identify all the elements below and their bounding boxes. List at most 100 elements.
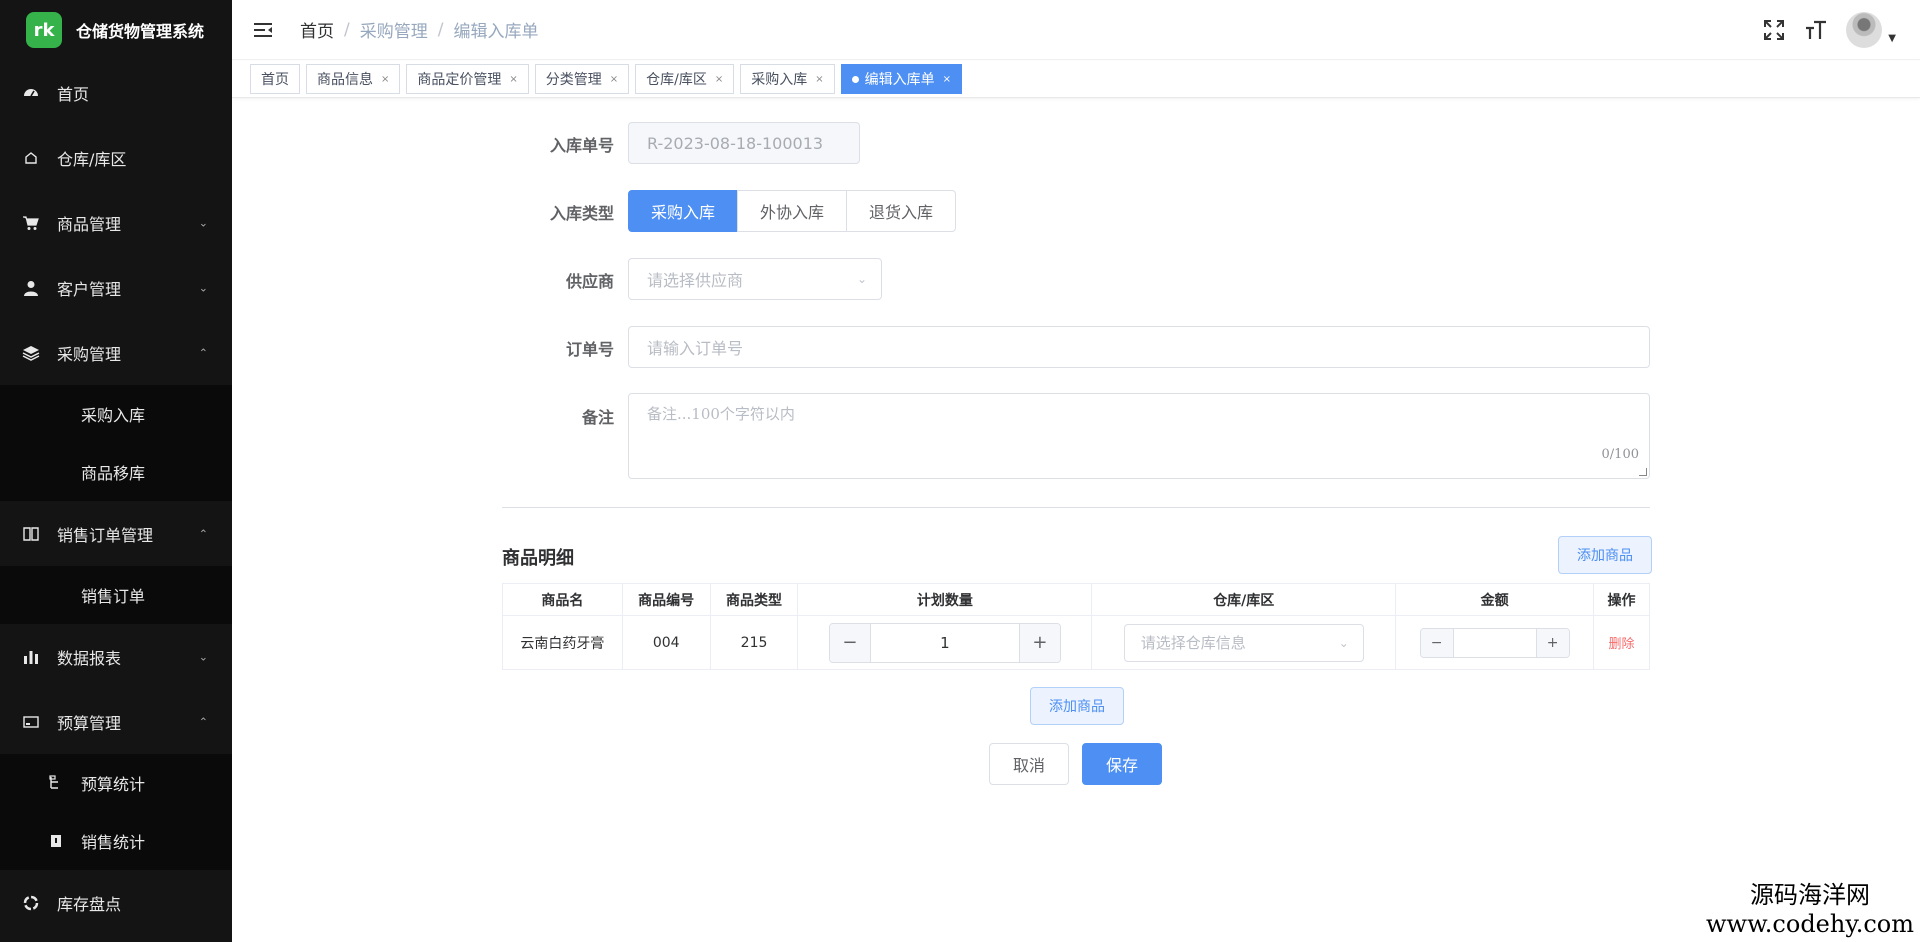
app-title: 仓储货物管理系统 — [76, 22, 205, 41]
watermark-line2: www.codehy.com — [1706, 910, 1914, 938]
close-icon[interactable]: × — [943, 74, 951, 85]
sidebar-item-sales-order[interactable]: 销售订单 — [0, 566, 232, 624]
sidebar-item-customers[interactable]: 客户管理 ⌄ — [0, 255, 232, 320]
tag-category[interactable]: 分类管理 × — [534, 64, 630, 94]
column-header: 计划数量 — [797, 583, 1093, 616]
decrease-button[interactable]: − — [829, 623, 870, 662]
sidebar-item-sales-stats[interactable]: 销售统计 — [0, 812, 232, 870]
increase-button[interactable]: + — [1536, 628, 1569, 657]
section-divider — [502, 507, 1650, 508]
sidebar-item-label: 客户管理 — [57, 279, 122, 299]
collapse-menu-icon[interactable] — [252, 20, 274, 40]
top-header: 首页 / 采购管理 / 编辑入库单 ▼ — [232, 0, 1920, 60]
resize-handle-icon[interactable] — [1639, 468, 1647, 476]
sidebar-item-goods[interactable]: 商品管理 ⌄ — [0, 190, 232, 255]
sidebar-item-label: 库存盘点 — [57, 894, 122, 914]
doc-icon — [47, 832, 65, 850]
close-icon[interactable]: × — [381, 74, 389, 85]
order-label: 订单号 — [565, 340, 614, 359]
supplier-label: 供应商 — [565, 272, 614, 291]
column-header: 金额 — [1395, 583, 1595, 616]
sidebar-item-label: 仓库/库区 — [57, 149, 127, 169]
warehouse-select[interactable]: 请选择仓库信息 ⌄ — [1123, 623, 1364, 662]
app-logo[interactable]: rk 仓储货物管理系统 — [0, 0, 232, 60]
action-cell: 删除 — [1593, 615, 1650, 670]
quantity-input[interactable]: 1 — [869, 623, 1020, 662]
budget-submenu: 预算统计 销售统计 — [0, 754, 232, 870]
caret-down-icon[interactable]: ▼ — [1888, 33, 1896, 44]
tag-warehouse[interactable]: 仓库/库区 × — [635, 64, 735, 94]
add-goods-bottom-button[interactable]: 添加商品 — [1030, 687, 1124, 725]
sidebar-item-label: 销售统计 — [81, 833, 146, 852]
order-no-field: R-2023-08-18-100013 — [628, 122, 860, 164]
column-header: 仓库/库区 — [1091, 583, 1397, 616]
type-option-return[interactable]: 退货入库 — [846, 190, 957, 232]
sidebar-item-purchase[interactable]: 采购管理 ⌃ — [0, 320, 232, 385]
bar-chart-icon — [22, 648, 40, 666]
order-input[interactable]: 请输入订单号 — [628, 326, 1650, 368]
watermark-line1: 源码海洋网 — [1750, 881, 1870, 909]
amount-cell: − + — [1395, 615, 1595, 670]
fullscreen-icon[interactable] — [1760, 16, 1788, 44]
breadcrumb-separator: / — [437, 19, 444, 40]
amount-input[interactable] — [1452, 628, 1537, 657]
sidebar-item-goods-transfer[interactable]: 商品移库 — [0, 443, 232, 501]
delete-link[interactable]: 删除 — [1609, 637, 1635, 652]
sidebar-item-reports[interactable]: 数据报表 ⌄ — [0, 624, 232, 689]
close-icon[interactable]: × — [815, 74, 823, 85]
chevron-down-icon: ⌄ — [1338, 635, 1349, 650]
tag-label: 首页 — [261, 72, 289, 88]
close-icon[interactable]: × — [715, 74, 723, 85]
sidebar-item-budget-stats[interactable]: 预算统计 — [0, 754, 232, 812]
font-size-icon[interactable] — [1802, 16, 1830, 44]
add-goods-button[interactable]: 添加商品 — [1558, 536, 1652, 574]
column-header: 商品类型 — [709, 583, 799, 616]
sidebar-item-home[interactable]: 首页 — [0, 60, 232, 125]
decrease-button[interactable]: − — [1420, 628, 1453, 657]
chevron-down-icon: ⌄ — [856, 272, 867, 286]
remark-textarea[interactable]: 备注...100个字符以内 0/100 — [628, 393, 1650, 479]
tag-label: 分类管理 — [545, 72, 602, 88]
close-icon[interactable]: × — [509, 74, 517, 85]
sidebar-item-label: 预算统计 — [81, 775, 146, 794]
type-option-outsourcing[interactable]: 外协入库 — [737, 190, 848, 232]
amount-stepper: − + — [1419, 627, 1570, 658]
warehouse-icon — [22, 149, 40, 167]
breadcrumb-item[interactable]: 首页 — [300, 17, 334, 42]
remark-placeholder: 备注...100个字符以内 — [647, 405, 795, 423]
tags-view: 首页 商品信息 × 商品定价管理 × 分类管理 × 仓库/库区 × 采购入库 ×… — [232, 61, 1920, 98]
items-table: 商品名 商品编号 商品类型 计划数量 仓库/库区 金额 操作 云南白药牙膏 00… — [502, 583, 1650, 670]
breadcrumb-separator: / — [344, 19, 350, 40]
sidebar-item-stocktake[interactable]: 库存盘点 — [0, 870, 232, 935]
sidebar-item-budget[interactable]: 预算管理 ⌃ — [0, 689, 232, 754]
sidebar-item-purchase-in[interactable]: 采购入库 — [0, 385, 232, 443]
avatar[interactable] — [1846, 12, 1883, 48]
tag-goods-pricing[interactable]: 商品定价管理 × — [406, 64, 529, 94]
save-button[interactable]: 保存 — [1082, 743, 1163, 785]
breadcrumb-item: 编辑入库单 — [453, 22, 539, 42]
close-icon[interactable]: × — [610, 74, 618, 85]
tag-label: 商品信息 — [317, 72, 373, 88]
supplier-select[interactable]: 请选择供应商 ⌄ — [628, 258, 882, 300]
cancel-button[interactable]: 取消 — [989, 743, 1070, 785]
tag-home[interactable]: 首页 — [250, 64, 300, 94]
increase-button[interactable]: + — [1019, 623, 1060, 662]
type-option-purchase[interactable]: 采购入库 — [628, 190, 739, 232]
order-no-label: 入库单号 — [549, 136, 614, 155]
tag-purchase-in[interactable]: 采购入库 × — [740, 64, 835, 94]
goods-type-cell: 215 — [709, 615, 799, 670]
chevron-down-icon: ⌄ — [198, 216, 208, 229]
warehouse-cell: 请选择仓库信息 ⌄ — [1091, 615, 1397, 670]
breadcrumb-item: 采购管理 — [359, 22, 428, 42]
tag-label: 采购入库 — [751, 72, 808, 88]
sidebar-item-label: 销售订单管理 — [57, 525, 154, 545]
cart-icon — [22, 214, 40, 232]
tag-goods-info[interactable]: 商品信息 × — [306, 64, 401, 94]
sidebar-item-label: 采购管理 — [57, 344, 122, 364]
sidebar-item-warehouse[interactable]: 仓库/库区 — [0, 125, 232, 190]
chevron-up-icon: ⌃ — [198, 715, 208, 728]
sidebar: rk 仓储货物管理系统 首页 仓库/库区 商品管理 ⌄ 客户管理 ⌄ 采购管理 … — [0, 0, 232, 942]
tag-edit-inbound[interactable]: 编辑入库单 × — [840, 64, 963, 94]
sidebar-item-label: 首页 — [57, 84, 90, 104]
sidebar-item-sales-orders[interactable]: 销售订单管理 ⌃ — [0, 501, 232, 566]
